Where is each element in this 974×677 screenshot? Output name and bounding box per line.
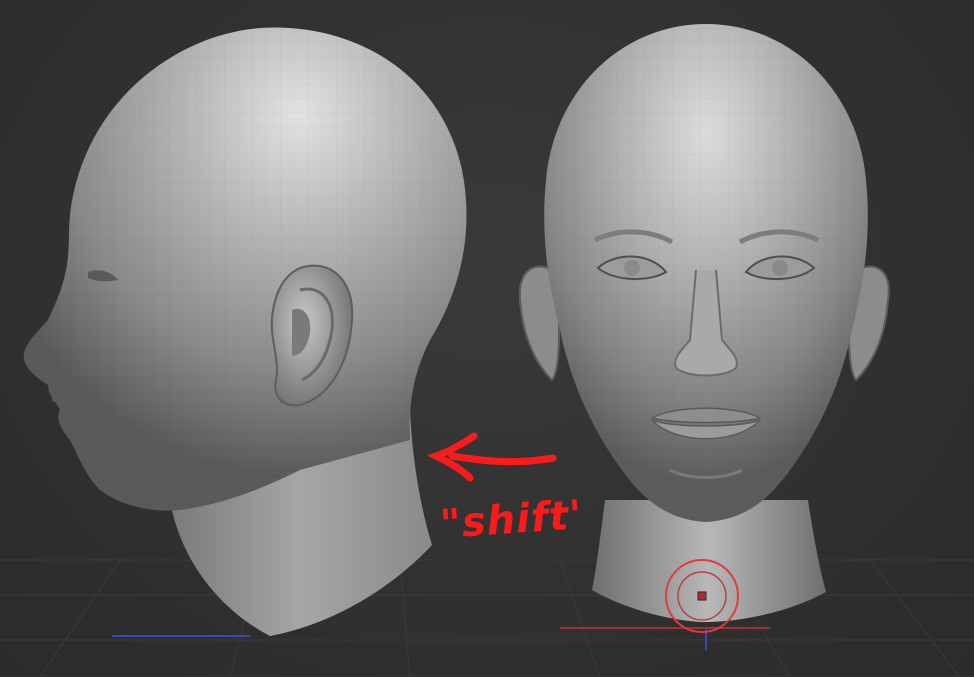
annotation-label: "shift'	[438, 492, 585, 548]
axis-lines	[112, 627, 770, 650]
annotation-arrow	[426, 432, 557, 482]
head-side-view[interactable]	[23, 27, 467, 636]
floor-grid	[0, 559, 974, 677]
side-mesh-overlay	[23, 27, 467, 511]
viewport-canvas[interactable]	[0, 0, 974, 677]
zbrush-viewport[interactable]: "shift'	[0, 0, 974, 677]
